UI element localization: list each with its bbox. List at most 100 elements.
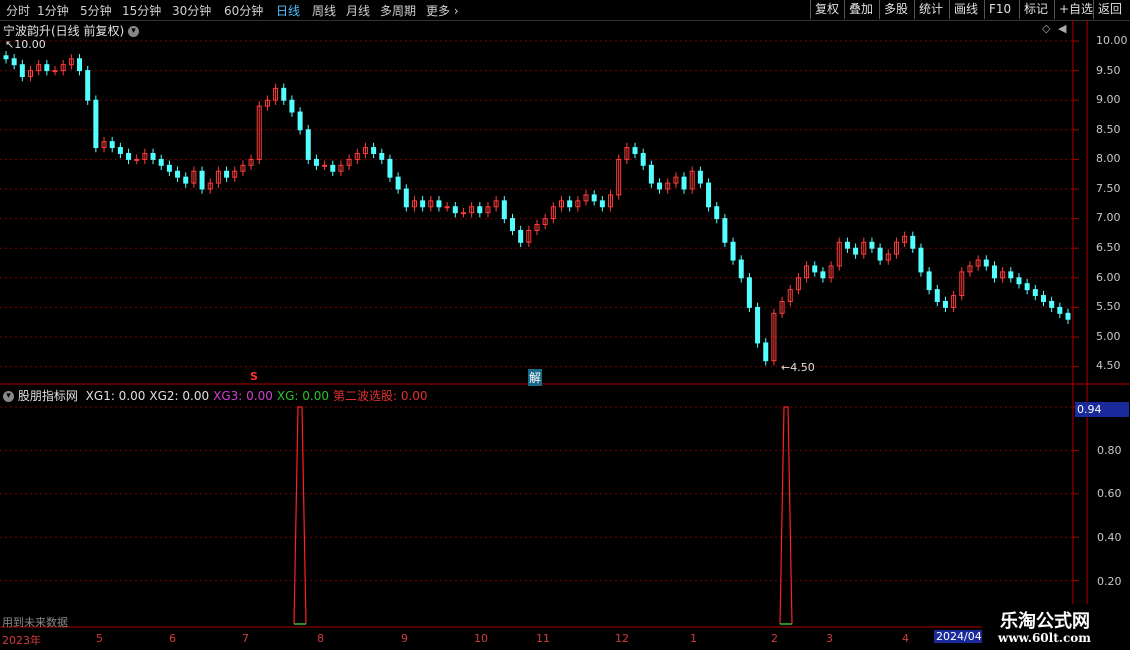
x-axis-label: 11 [536, 632, 550, 645]
candle-body [11, 58, 17, 66]
candle-body [3, 55, 9, 60]
candle-body [918, 247, 924, 273]
candle-body [877, 247, 883, 261]
y-axis-label: 6.50 [1096, 241, 1121, 254]
candle-body [657, 182, 663, 190]
y-axis-label: 9.00 [1096, 93, 1121, 106]
candle-body [134, 158, 140, 161]
indicator-panel-title: ▾ 股朋指标网 XG1: 0.00 XG2: 0.00 XG3: 0.00 XG: 0… [3, 387, 428, 404]
unlock-marker[interactable]: 解 [528, 369, 543, 386]
candle-body [509, 218, 515, 231]
high-price-marker: ↖10.00 [5, 38, 46, 51]
candle-body [853, 247, 859, 255]
candle-body [403, 188, 409, 208]
low-price-value: 4.50 [790, 361, 815, 374]
y-axis-label: 7.50 [1096, 182, 1121, 195]
high-price-value: 10.00 [14, 38, 46, 51]
indicator-y-label: 0.60 [1097, 487, 1122, 500]
candle-body [150, 152, 156, 160]
candle-body [632, 147, 638, 154]
indicator-field: XG1: 0.00 [85, 389, 146, 403]
candle-body [910, 235, 916, 249]
candle-body [183, 176, 189, 184]
chevron-down-icon[interactable]: ▾ [3, 391, 14, 402]
y-axis-label: 5.50 [1096, 300, 1121, 313]
indicator-field: 第二波选股: 0.00 [332, 389, 428, 403]
candle-body [820, 271, 826, 279]
candle-body [126, 152, 132, 160]
candle-body [1040, 295, 1046, 302]
candle-body [224, 170, 230, 178]
x-axis-label: 9 [401, 632, 408, 645]
candle-body [281, 87, 287, 101]
candle-body [714, 206, 720, 220]
candle-body [117, 147, 123, 154]
low-price-marker: ←4.50 [781, 361, 815, 374]
candle-body [738, 259, 744, 279]
candle-body [934, 289, 940, 302]
indicator-spike [779, 406, 793, 625]
current-value-badge: 0.94 [1075, 402, 1129, 417]
y-axis-label: 4.50 [1096, 359, 1121, 372]
indicator-fields: XG1: 0.00 XG2: 0.00 XG3: 0.00 XG: 0.00 第二波选股… [82, 389, 428, 403]
candle-body [93, 99, 99, 149]
candle-body [648, 164, 654, 184]
candle-body [926, 271, 932, 291]
candle-body [297, 111, 303, 131]
candle-body [322, 164, 328, 167]
candle-body [746, 277, 752, 308]
candle-body [1016, 277, 1022, 285]
y-axis-label: 9.50 [1096, 64, 1121, 77]
candle-body [199, 170, 205, 190]
watermark-url: www.60lt.com [998, 631, 1091, 645]
y-axis-label: 8.50 [1096, 123, 1121, 136]
candle-body [763, 342, 769, 362]
candle-body [844, 241, 850, 249]
y-axis-label: 5.00 [1096, 330, 1121, 343]
candle-body [77, 58, 83, 72]
y-axis-label: 7.00 [1096, 211, 1121, 224]
watermark: 乐淘公式网 www.60lt.com [982, 604, 1130, 650]
candle-body [1024, 283, 1030, 291]
x-axis-label: 7 [242, 632, 249, 645]
candle-body [371, 147, 377, 154]
x-axis-label: 5 [96, 632, 103, 645]
candle-body [44, 64, 50, 72]
indicator-field: XG3: 0.00 [213, 389, 273, 403]
x-axis-label: 10 [474, 632, 488, 645]
current-date-badge: 2024/04 [934, 630, 984, 643]
candle-body [697, 170, 703, 184]
candle-body [501, 200, 507, 220]
candle-body [85, 70, 91, 101]
indicator-field: XG2: 0.00 [149, 389, 210, 403]
x-axis-label: 3 [826, 632, 833, 645]
x-axis-label: 2023年 [2, 634, 41, 647]
candle-body [175, 170, 181, 178]
candle-body [330, 164, 336, 172]
candle-body [166, 164, 172, 172]
candle-body [640, 152, 646, 166]
candle-body [755, 306, 761, 344]
y-axis-label: 8.00 [1096, 152, 1121, 165]
candle-body [1049, 300, 1055, 308]
candle-body [395, 176, 401, 190]
sell-signal-marker[interactable]: S [250, 370, 258, 383]
candle-body [1008, 271, 1014, 279]
candle-body [109, 141, 115, 149]
future-data-note: 用到未来数据 [2, 616, 68, 629]
indicator-spike [293, 406, 307, 625]
y-axis-label: 10.00 [1096, 34, 1128, 47]
candle-body [812, 265, 818, 273]
candle-body [452, 206, 458, 214]
x-axis-label: 4 [902, 632, 909, 645]
candle-body [591, 194, 597, 202]
x-axis-label: 8 [317, 632, 324, 645]
x-axis-label: 2 [771, 632, 778, 645]
x-axis-label: 6 [169, 632, 176, 645]
candle-body [869, 241, 875, 249]
candle-body [379, 152, 385, 160]
candle-body [387, 158, 393, 178]
candle-body [518, 229, 524, 243]
indicator-y-label: 0.20 [1097, 575, 1122, 588]
candle-body [942, 300, 948, 308]
